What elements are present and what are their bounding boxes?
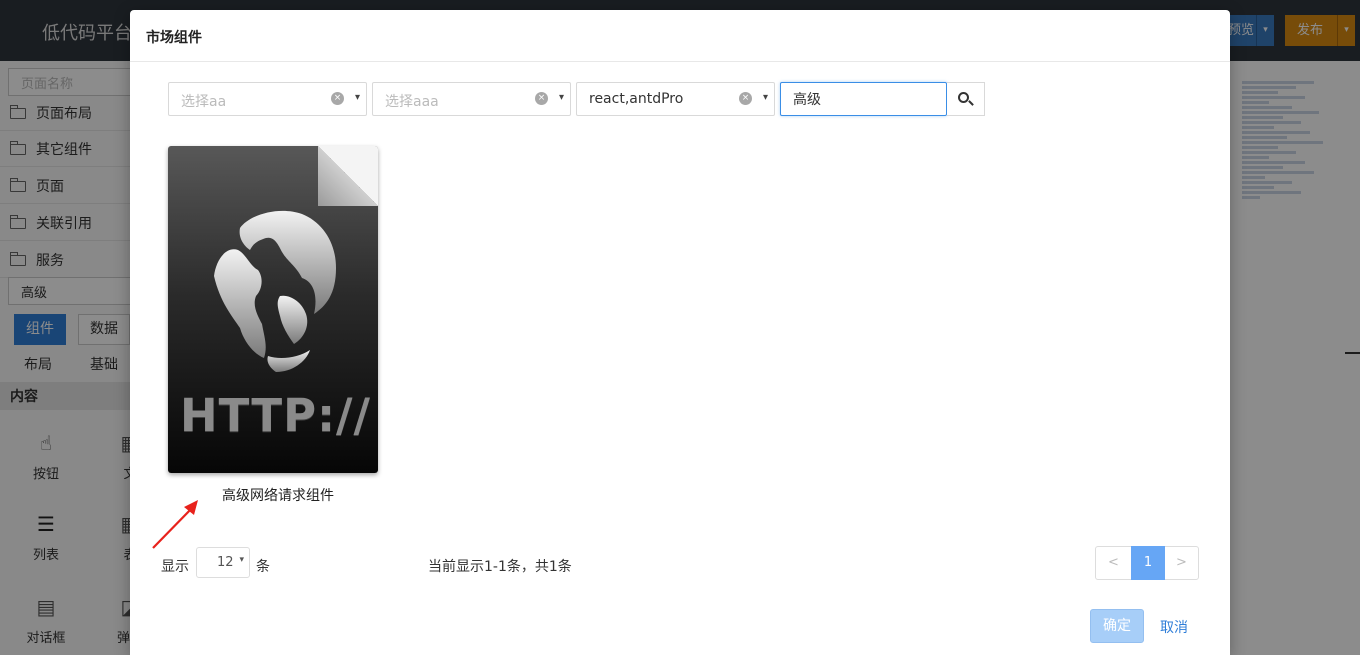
modal-title: 市场组件 bbox=[146, 30, 202, 46]
globe-icon bbox=[214, 210, 336, 372]
chevron-down-icon[interactable]: ▾ bbox=[763, 92, 768, 103]
prev-page-button[interactable]: < bbox=[1096, 547, 1131, 579]
pagination-info: 当前显示1-1条，共1条 bbox=[428, 559, 572, 575]
filter-select-1-value: 选择aa bbox=[181, 94, 227, 110]
clear-icon[interactable]: × bbox=[331, 92, 344, 105]
confirm-button[interactable]: 确定 bbox=[1090, 609, 1144, 643]
clear-icon[interactable]: × bbox=[739, 92, 752, 105]
clear-icon[interactable]: × bbox=[535, 92, 548, 105]
chevron-down-icon[interactable]: ▾ bbox=[355, 92, 360, 103]
page-button-current[interactable]: 1 bbox=[1131, 546, 1165, 580]
component-card-thumbnail[interactable]: HTTP:// bbox=[168, 146, 378, 473]
next-page-button[interactable]: > bbox=[1164, 547, 1199, 579]
chevron-down-icon[interactable]: ▾ bbox=[559, 92, 564, 103]
thumbnail-http-text: HTTP:// bbox=[180, 389, 371, 442]
pagination: < 1 > bbox=[1095, 546, 1199, 580]
modal-header: 市场组件 bbox=[130, 10, 1230, 62]
chevron-down-icon: ▾ bbox=[239, 555, 244, 565]
page-size-select[interactable]: 12 ▾ bbox=[196, 547, 250, 578]
filter-select-2[interactable]: 选择aaa × ▾ bbox=[372, 82, 571, 116]
page-size-label: 显示 bbox=[161, 559, 189, 575]
search-button[interactable] bbox=[947, 82, 985, 116]
page-size-value: 12 bbox=[217, 555, 234, 570]
cancel-button[interactable]: 取消 bbox=[1160, 617, 1188, 637]
filter-select-3[interactable]: react,antdPro × ▾ bbox=[576, 82, 775, 116]
filter-select-3-value: react,antdPro bbox=[589, 91, 684, 107]
filter-select-2-value: 选择aaa bbox=[385, 94, 439, 110]
keyword-search-input[interactable] bbox=[780, 82, 947, 116]
red-arrow-annotation bbox=[152, 500, 198, 549]
page-size-unit: 条 bbox=[256, 559, 270, 575]
filter-select-1[interactable]: 选择aa × ▾ bbox=[168, 82, 367, 116]
market-components-dialog: 市场组件 选择aa × ▾ 选择aaa × ▾ react,antdPro × … bbox=[130, 10, 1230, 655]
